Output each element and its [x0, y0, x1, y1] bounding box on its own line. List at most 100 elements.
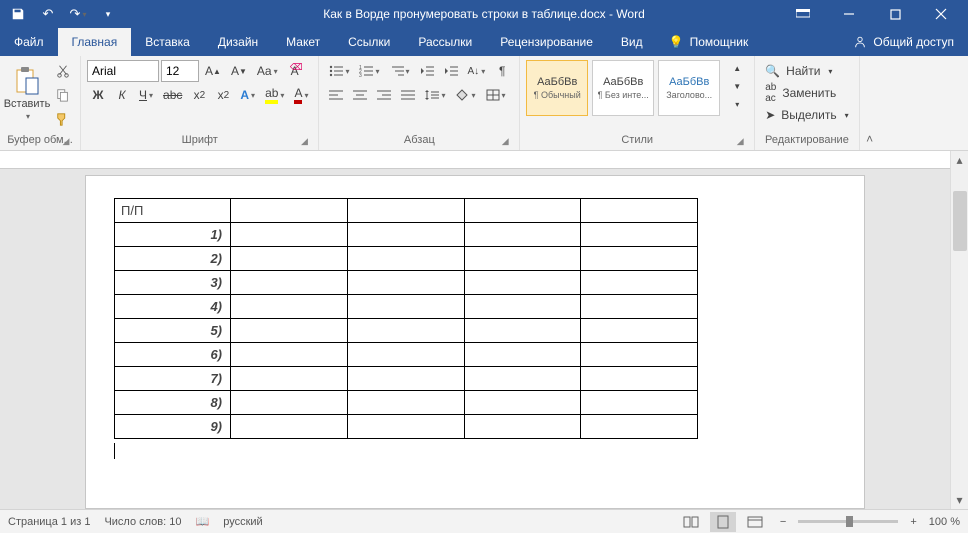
table-row: 8) [115, 391, 698, 415]
undo-button[interactable]: ↶ [34, 2, 62, 26]
underline-button[interactable]: Ч [135, 84, 157, 106]
clear-formatting-button[interactable]: A⌫ [284, 60, 306, 82]
zoom-in-button[interactable]: + [904, 516, 922, 528]
font-name-combo[interactable] [87, 60, 159, 82]
grow-font-button[interactable]: A▲ [201, 60, 225, 82]
scroll-up-arrow[interactable]: ▴ [951, 151, 968, 169]
table-row: 1) [115, 223, 698, 247]
collapse-ribbon-button[interactable]: ˄ [860, 56, 880, 150]
line-spacing-button[interactable] [421, 84, 449, 106]
change-case-button[interactable]: Aa [253, 60, 282, 82]
group-font: A▲ A▼ Aa A⌫ Ж К Ч abc x2 x2 A ab A Шрифт… [81, 56, 319, 150]
font-launcher[interactable]: ◢ [298, 135, 310, 147]
web-layout-button[interactable] [742, 512, 768, 532]
style-heading1[interactable]: АаБбВв Заголово... [658, 60, 720, 116]
select-button[interactable]: ➤Выделить▾ [761, 104, 852, 126]
table-header-cell[interactable]: П/П [115, 199, 231, 223]
style-name-3: Заголово... [666, 90, 712, 100]
tab-file[interactable]: Файл [0, 28, 58, 56]
style-normal[interactable]: АаБбВв ¶ Обычный [526, 60, 588, 116]
paragraph-launcher[interactable]: ◢ [499, 135, 511, 147]
replace-button[interactable]: abacЗаменить [761, 82, 840, 104]
language-indicator[interactable]: русский [223, 516, 262, 528]
maximize-button[interactable] [872, 0, 918, 28]
scroll-thumb[interactable] [953, 191, 967, 251]
tab-review[interactable]: Рецензирование [486, 28, 607, 56]
justify-button[interactable] [397, 84, 419, 106]
group-styles: АаБбВв ¶ Обычный АаБбВв ¶ Без инте... Аа… [520, 56, 755, 150]
horizontal-ruler[interactable] [0, 151, 950, 169]
tab-references[interactable]: Ссылки [334, 28, 404, 56]
show-marks-button[interactable]: ¶ [491, 60, 513, 82]
tab-layout[interactable]: Макет [272, 28, 334, 56]
group-editing-label: Редактирование [765, 134, 849, 146]
zoom-thumb[interactable] [846, 516, 853, 527]
bullets-button[interactable] [325, 60, 353, 82]
styles-launcher[interactable]: ◢ [734, 135, 746, 147]
ribbon-options-icon[interactable] [780, 0, 826, 28]
styles-scroll-up[interactable]: ▲ [726, 60, 748, 76]
align-left-button[interactable] [325, 84, 347, 106]
paste-button[interactable]: Вставить [6, 60, 48, 126]
copy-button[interactable] [52, 84, 74, 106]
multilevel-list-button[interactable] [386, 60, 414, 82]
zoom-out-button[interactable]: − [774, 516, 792, 528]
find-button[interactable]: 🔍Найти▾ [761, 60, 836, 82]
zoom-level[interactable]: 100 % [929, 516, 960, 528]
zoom-slider[interactable] [798, 520, 898, 523]
vertical-scrollbar[interactable]: ▴ ▾ [950, 151, 968, 509]
italic-button[interactable]: К [111, 84, 133, 106]
styles-scroll-down[interactable]: ▼ [726, 78, 748, 94]
redo-button[interactable]: ↷ [64, 2, 92, 26]
numbering-button[interactable]: 123 [355, 60, 383, 82]
font-size-combo[interactable] [161, 60, 199, 82]
decrease-indent-button[interactable] [416, 60, 438, 82]
tab-insert[interactable]: Вставка [131, 28, 204, 56]
font-color-button[interactable]: A [290, 84, 312, 106]
increase-indent-button[interactable] [440, 60, 462, 82]
text-effects-button[interactable]: A [236, 84, 259, 106]
group-clipboard: Вставить Буфер обм...◢ [0, 56, 81, 150]
subscript-button[interactable]: x2 [188, 84, 210, 106]
cut-button[interactable] [52, 60, 74, 82]
align-right-button[interactable] [373, 84, 395, 106]
style-no-spacing[interactable]: АаБбВв ¶ Без инте... [592, 60, 654, 116]
spellcheck-icon[interactable]: 📖 [196, 515, 210, 528]
close-button[interactable] [918, 0, 964, 28]
minimize-button[interactable] [826, 0, 872, 28]
print-layout-button[interactable] [710, 512, 736, 532]
tell-me-search[interactable]: 💡 Помощник [657, 28, 761, 56]
strikethrough-button[interactable]: abc [159, 84, 186, 106]
tell-me-label: Помощник [690, 35, 749, 49]
sort-button[interactable]: A↓ [464, 60, 490, 82]
superscript-button[interactable]: x2 [212, 84, 234, 106]
scroll-down-arrow[interactable]: ▾ [951, 491, 968, 509]
document-viewport[interactable]: П/П 1) 2) 3) 4) 5) 6) 7) 8) 9) [0, 169, 950, 509]
share-button[interactable]: Общий доступ [839, 28, 968, 56]
highlight-button[interactable]: ab [261, 84, 288, 106]
tab-view[interactable]: Вид [607, 28, 657, 56]
align-center-button[interactable] [349, 84, 371, 106]
word-count[interactable]: Число слов: 10 [104, 516, 181, 528]
document-title: Как в Ворде пронумеровать строки в табли… [323, 7, 645, 21]
tab-mailings[interactable]: Рассылки [404, 28, 486, 56]
ribbon-tabs: Файл Главная Вставка Дизайн Макет Ссылки… [0, 28, 968, 56]
bold-button[interactable]: Ж [87, 84, 109, 106]
borders-button[interactable] [482, 84, 510, 106]
table-row: 7) [115, 367, 698, 391]
tab-design[interactable]: Дизайн [204, 28, 272, 56]
shrink-font-button[interactable]: A▼ [227, 60, 251, 82]
lightbulb-icon: 💡 [669, 35, 684, 49]
read-mode-button[interactable] [678, 512, 704, 532]
styles-expand[interactable]: ▾ [726, 96, 748, 112]
page-indicator[interactable]: Страница 1 из 1 [8, 516, 90, 528]
document-table[interactable]: П/П 1) 2) 3) 4) 5) 6) 7) 8) 9) [114, 198, 698, 439]
style-preview: АаБбВв [669, 76, 709, 88]
save-button[interactable] [4, 2, 32, 26]
format-painter-button[interactable] [52, 108, 74, 130]
tab-home[interactable]: Главная [58, 28, 132, 56]
qat-customize[interactable]: ▾ [94, 2, 122, 26]
clipboard-launcher[interactable]: ◢ [60, 135, 72, 147]
search-icon: 🔍 [765, 64, 780, 78]
shading-button[interactable] [451, 84, 479, 106]
